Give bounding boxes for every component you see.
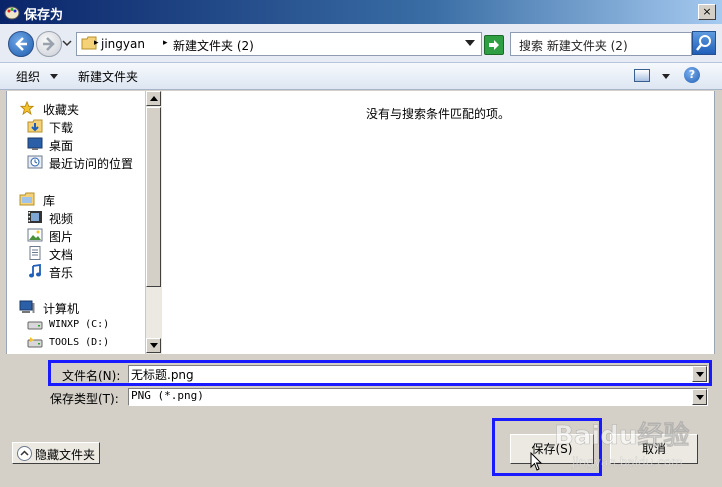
forward-button[interactable] xyxy=(36,31,62,57)
nav-item-label: 音乐 xyxy=(49,266,74,280)
hide-folders-button[interactable]: 隐藏文件夹 xyxy=(12,442,100,464)
recent-places-icon xyxy=(27,155,43,169)
organize-menu[interactable]: 组织 xyxy=(16,68,40,85)
hide-folders-label: 隐藏文件夹 xyxy=(35,448,96,462)
star-icon xyxy=(19,101,35,115)
nav-group-label: 计算机 xyxy=(43,302,80,316)
address-dropdown-icon[interactable] xyxy=(465,40,475,46)
documents-library-icon xyxy=(29,246,41,260)
refresh-icon xyxy=(489,40,499,50)
scroll-thumb[interactable] xyxy=(146,107,161,287)
svg-text:jingyan.baidu.com: jingyan.baidu.com xyxy=(571,455,683,469)
close-icon: × xyxy=(702,5,712,18)
filetype-label: 保存类型(T): xyxy=(50,392,119,406)
nav-item-label: 下载 xyxy=(49,121,74,135)
nav-group-label: 库 xyxy=(43,194,56,208)
music-library-icon xyxy=(29,264,41,278)
highlight-box-filename xyxy=(48,360,712,386)
close-button[interactable]: × xyxy=(698,4,716,20)
breadcrumb-separator: ▸ xyxy=(94,38,99,48)
navigation-bar: ▸ jingyan ▸ 新建文件夹 (2) 搜索 新建文件夹 (2) xyxy=(0,24,722,63)
arrow-right-icon xyxy=(43,37,55,51)
nav-item-label: 文档 xyxy=(49,248,74,262)
organize-dropdown-icon[interactable] xyxy=(50,74,58,79)
arrow-left-icon xyxy=(15,37,27,51)
mouse-cursor-icon xyxy=(530,452,543,471)
desktop-icon xyxy=(27,137,43,150)
chevron-down-icon xyxy=(696,395,704,400)
arrow-down-icon xyxy=(150,343,158,348)
navigation-scrollbar[interactable] xyxy=(145,91,162,354)
window-title: 保存为 xyxy=(24,8,64,23)
svg-text:Baidu经验: Baidu经验 xyxy=(554,420,689,451)
recent-pages-dropdown-icon[interactable] xyxy=(62,38,72,48)
breadcrumb-current-folder[interactable]: 新建文件夹 (2) xyxy=(173,37,254,54)
nav-item-label: TOOLS (D:) xyxy=(49,337,110,348)
scroll-down-button[interactable] xyxy=(146,338,161,353)
refresh-button[interactable] xyxy=(484,35,504,55)
breadcrumb-jingyan[interactable]: jingyan xyxy=(101,37,145,51)
filetype-value: PNG (*.png) xyxy=(131,389,204,402)
title-bar: 保存为 × xyxy=(0,0,722,24)
nav-item-label: 最近访问的位置 xyxy=(49,157,134,171)
chevron-up-icon xyxy=(17,446,32,461)
save-form-panel: 文件名(N): 无标题.png 保存类型(T): PNG (*.png) 隐藏文… xyxy=(0,356,722,487)
nav-item-label: 视频 xyxy=(49,212,74,226)
new-folder-button[interactable]: 新建文件夹 xyxy=(78,68,138,85)
nav-item-label: 桌面 xyxy=(49,139,74,153)
drive-icon xyxy=(27,321,43,330)
nav-item-label: 图片 xyxy=(49,230,74,244)
video-library-icon xyxy=(28,211,42,223)
address-bar[interactable]: ▸ jingyan ▸ 新建文件夹 (2) xyxy=(76,32,482,56)
view-mode-icon[interactable] xyxy=(634,69,650,82)
pictures-library-icon xyxy=(27,228,43,242)
filetype-select[interactable]: PNG (*.png) xyxy=(128,388,708,406)
search-button[interactable] xyxy=(692,31,716,55)
empty-results-message: 没有与搜索条件匹配的项。 xyxy=(365,107,510,121)
file-list-area[interactable]: 没有与搜索条件匹配的项。 xyxy=(162,91,715,354)
drive-icon xyxy=(27,337,43,348)
view-dropdown-icon[interactable] xyxy=(662,74,670,79)
search-placeholder: 搜索 新建文件夹 (2) xyxy=(519,39,628,53)
filetype-dropdown-button[interactable] xyxy=(692,389,707,405)
search-icon xyxy=(696,35,711,51)
baidu-watermark-logo: Baidu经验 jingyan.baidu.com xyxy=(554,420,690,469)
help-icon[interactable]: ? xyxy=(684,67,700,83)
arrow-up-icon xyxy=(150,96,158,101)
navigation-pane: 收藏夹 下载 桌面 最近访问的位置 库 视频 图片 文档 音乐 计算机 WINX… xyxy=(6,91,146,354)
scroll-up-button[interactable] xyxy=(146,91,161,106)
command-toolbar: 组织 新建文件夹 ? xyxy=(0,63,722,90)
nav-group-label: 收藏夹 xyxy=(43,103,80,117)
breadcrumb-separator: ▸ xyxy=(163,38,168,48)
back-button[interactable] xyxy=(8,31,34,57)
nav-item-label: WINXP (C:) xyxy=(49,319,110,330)
library-icon xyxy=(19,192,35,206)
search-input[interactable]: 搜索 新建文件夹 (2) xyxy=(510,32,692,56)
download-folder-icon xyxy=(27,119,43,133)
computer-icon xyxy=(19,300,35,313)
paint-app-icon xyxy=(4,6,20,20)
